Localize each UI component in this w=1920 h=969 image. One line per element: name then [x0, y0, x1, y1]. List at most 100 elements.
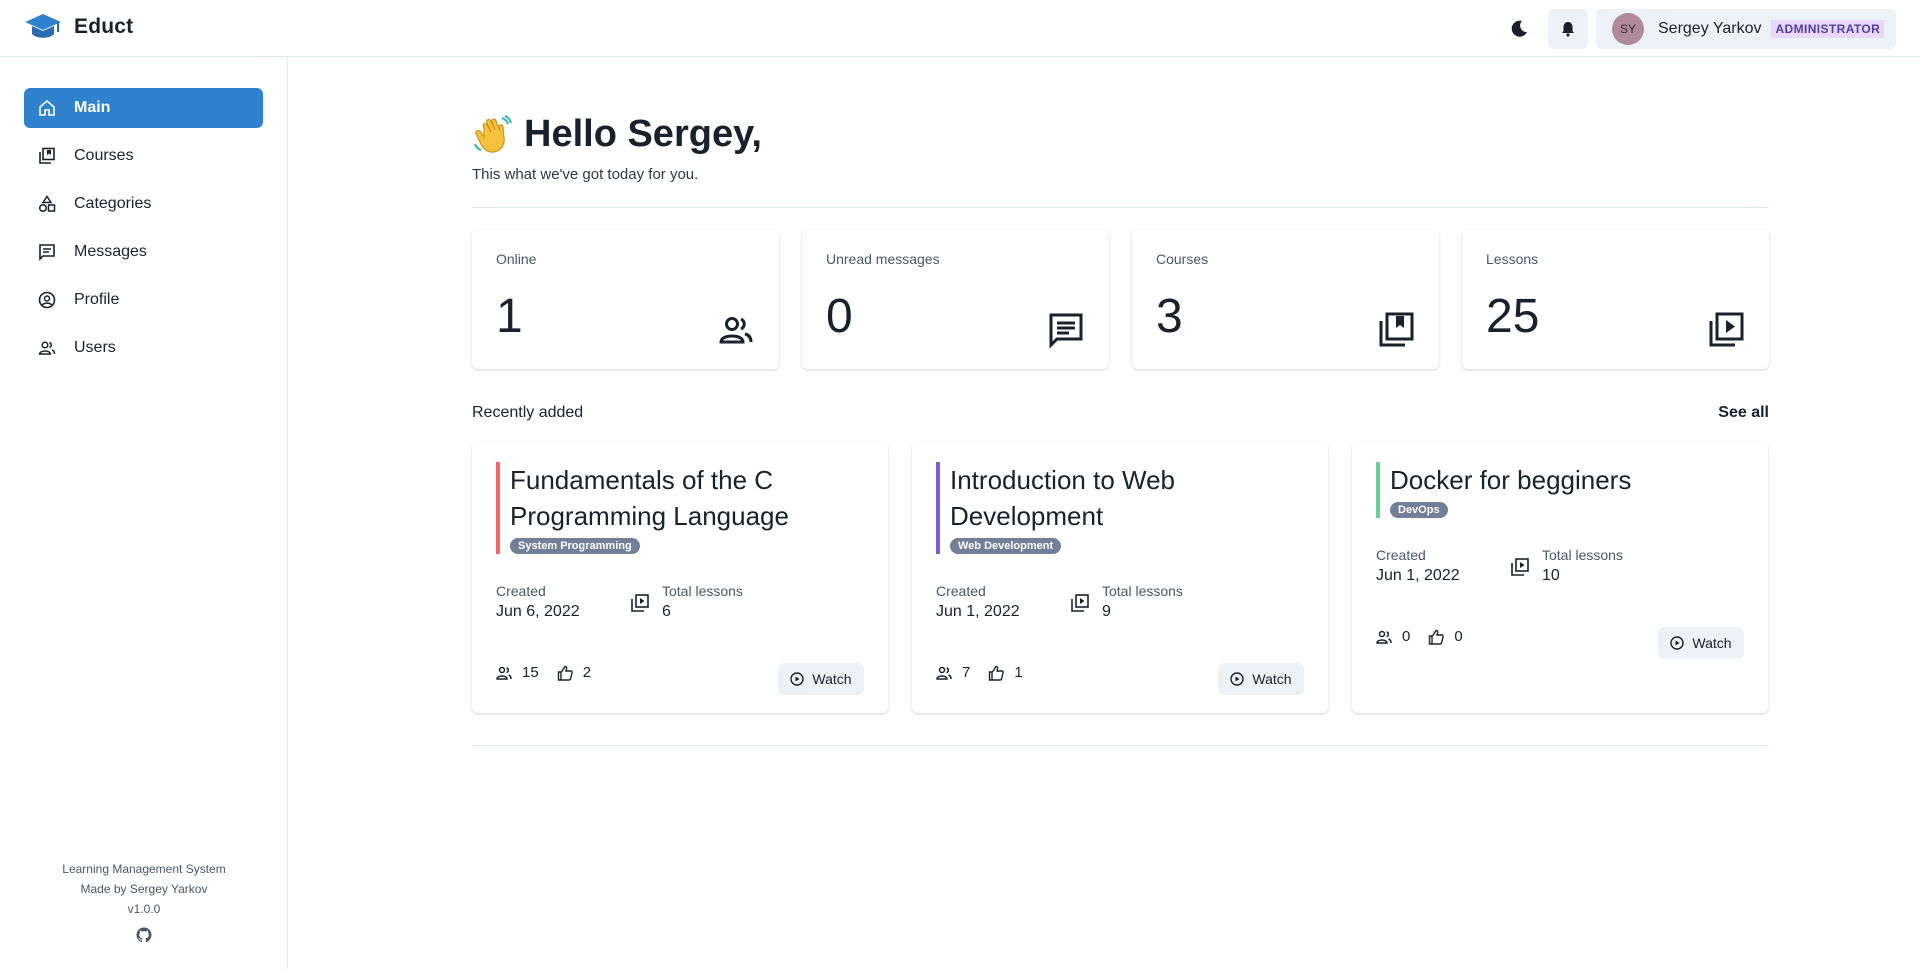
created-label: Created — [496, 583, 546, 599]
lessons-count: 9 — [1102, 603, 1111, 620]
sidebar: Main Courses Categories Messages Profile… — [0, 57, 288, 969]
message-icon — [1049, 313, 1083, 349]
stat-label: Unread messages — [826, 251, 940, 267]
stat-value: 0 — [826, 290, 853, 343]
course-lessons: Total lessons 6 — [630, 583, 743, 621]
play-circle-icon — [790, 672, 805, 686]
sidebar-item-main[interactable]: Main — [24, 88, 263, 128]
sidebar-item-profile[interactable]: Profile — [24, 280, 263, 320]
course-footer: 15 2 — [496, 664, 609, 681]
see-all-link[interactable]: See all — [1718, 404, 1769, 422]
watch-button[interactable]: Watch — [1218, 663, 1304, 695]
watch-button[interactable]: Watch — [778, 663, 864, 695]
stat-card-courses: Courses 3 — [1132, 229, 1439, 369]
stat-value: 25 — [1486, 290, 1540, 343]
sidebar-item-label: Users — [74, 339, 116, 356]
sidebar-item-label: Courses — [74, 147, 134, 164]
course-header: Introduction to Web Development Web Deve… — [936, 462, 1296, 554]
sidebar-item-categories[interactable]: Categories — [24, 184, 263, 224]
avatar: SY — [1612, 13, 1644, 45]
brand[interactable]: Educt — [24, 12, 133, 42]
course-card[interactable]: Docker for begginers DevOps Created Jun … — [1352, 442, 1768, 713]
students-count: 15 — [522, 664, 539, 681]
course-created: Created Jun 1, 2022 — [1376, 547, 1510, 585]
sidebar-item-label: Messages — [74, 243, 147, 260]
sidebar-item-users[interactable]: Users — [24, 328, 263, 368]
course-meta: Created Jun 1, 2022 Total lessons 10 — [1376, 547, 1623, 585]
lessons-label: Total lessons — [1102, 583, 1183, 599]
likes-count: 0 — [1454, 628, 1463, 645]
course-header: Fundamentals of the C Programming Langua… — [496, 462, 856, 554]
sidebar-item-label: Main — [74, 99, 111, 116]
theme-toggle-button[interactable] — [1505, 15, 1533, 43]
greeting: Hello Sergey, — [472, 113, 762, 156]
sidebar-item-label: Categories — [74, 195, 152, 212]
video-library-icon — [631, 594, 649, 612]
course-header: Docker for begginers DevOps — [1376, 462, 1736, 518]
stat-label: Online — [496, 251, 537, 267]
sidebar-item-label: Profile — [74, 291, 120, 308]
sidebar-footer: Learning Management System Made by Serge… — [0, 859, 288, 949]
stat-label: Courses — [1156, 251, 1209, 267]
user-menu-button[interactable]: SY Sergey Yarkov ADMINISTRATOR — [1596, 9, 1896, 49]
section-title: Recently added — [472, 404, 584, 421]
category-badge: Web Development — [950, 538, 1062, 554]
stat-value: 1 — [496, 290, 523, 343]
created-label: Created — [936, 583, 986, 599]
thumbs-up-icon — [1429, 629, 1445, 645]
watch-button[interactable]: Watch — [1658, 627, 1744, 659]
library-icon — [1379, 312, 1414, 347]
github-icon[interactable] — [136, 927, 152, 949]
course-lessons: Total lessons 10 — [1510, 547, 1623, 585]
video-library-icon — [1511, 558, 1529, 576]
course-meta: Created Jun 6, 2022 Total lessons 6 — [496, 583, 743, 621]
footer-app-description: Learning Management System — [62, 862, 226, 876]
notifications-button[interactable] — [1548, 9, 1588, 49]
footer-author: Made by Sergey Yarkov — [80, 882, 208, 896]
sidebar-item-messages[interactable]: Messages — [24, 232, 263, 272]
waving-hand-icon — [474, 114, 512, 153]
footer-version: v1.0.0 — [127, 902, 161, 916]
course-card[interactable]: Introduction to Web Development Web Deve… — [912, 442, 1328, 713]
stat-card-lessons: Lessons 25 — [1462, 229, 1769, 369]
course-title[interactable]: Docker for begginers — [1390, 462, 1736, 498]
created-date: Jun 1, 2022 — [1376, 567, 1460, 584]
course-title[interactable]: Fundamentals of the C Programming Langua… — [510, 462, 856, 534]
course-card[interactable]: Fundamentals of the C Programming Langua… — [472, 442, 888, 713]
created-date: Jun 1, 2022 — [936, 603, 1020, 620]
stat-card-unread-messages: Unread messages 0 — [802, 229, 1109, 369]
shapes-icon — [38, 195, 56, 213]
students-count: 0 — [1402, 628, 1411, 645]
stat-label: Lessons — [1486, 251, 1539, 267]
divider — [472, 745, 1769, 746]
course-footer: 7 1 — [936, 664, 1041, 681]
course-lessons: Total lessons 9 — [1070, 583, 1183, 621]
lessons-count: 6 — [662, 603, 671, 620]
lessons-count: 10 — [1542, 567, 1560, 584]
role-badge: ADMINISTRATOR — [1771, 20, 1885, 38]
user-circle-icon — [38, 291, 56, 309]
thumbs-up-icon — [557, 665, 573, 681]
moon-icon — [1511, 20, 1527, 37]
graduation-cap-icon — [25, 14, 61, 38]
thumbs-up-icon — [989, 665, 1005, 681]
category-badge: System Programming — [510, 538, 640, 554]
watch-label: Watch — [1252, 671, 1292, 687]
video-library-icon — [1709, 312, 1744, 347]
sidebar-item-courses[interactable]: Courses — [24, 136, 263, 176]
students-count: 7 — [962, 664, 971, 681]
users-icon — [1376, 630, 1392, 644]
user-name: Sergey Yarkov — [1658, 20, 1762, 37]
course-title[interactable]: Introduction to Web Development — [950, 462, 1296, 534]
divider — [472, 207, 1769, 208]
users-icon — [719, 317, 753, 344]
likes-count: 1 — [1014, 664, 1023, 681]
course-footer: 0 0 — [1376, 628, 1481, 645]
users-icon — [38, 339, 56, 357]
page-title: Hello Sergey, — [524, 113, 762, 155]
message-icon — [38, 243, 56, 261]
category-badge: DevOps — [1390, 502, 1448, 518]
page-subtitle: This what we've got today for you. — [472, 166, 699, 183]
likes-count: 2 — [582, 664, 592, 681]
created-label: Created — [1376, 547, 1426, 563]
